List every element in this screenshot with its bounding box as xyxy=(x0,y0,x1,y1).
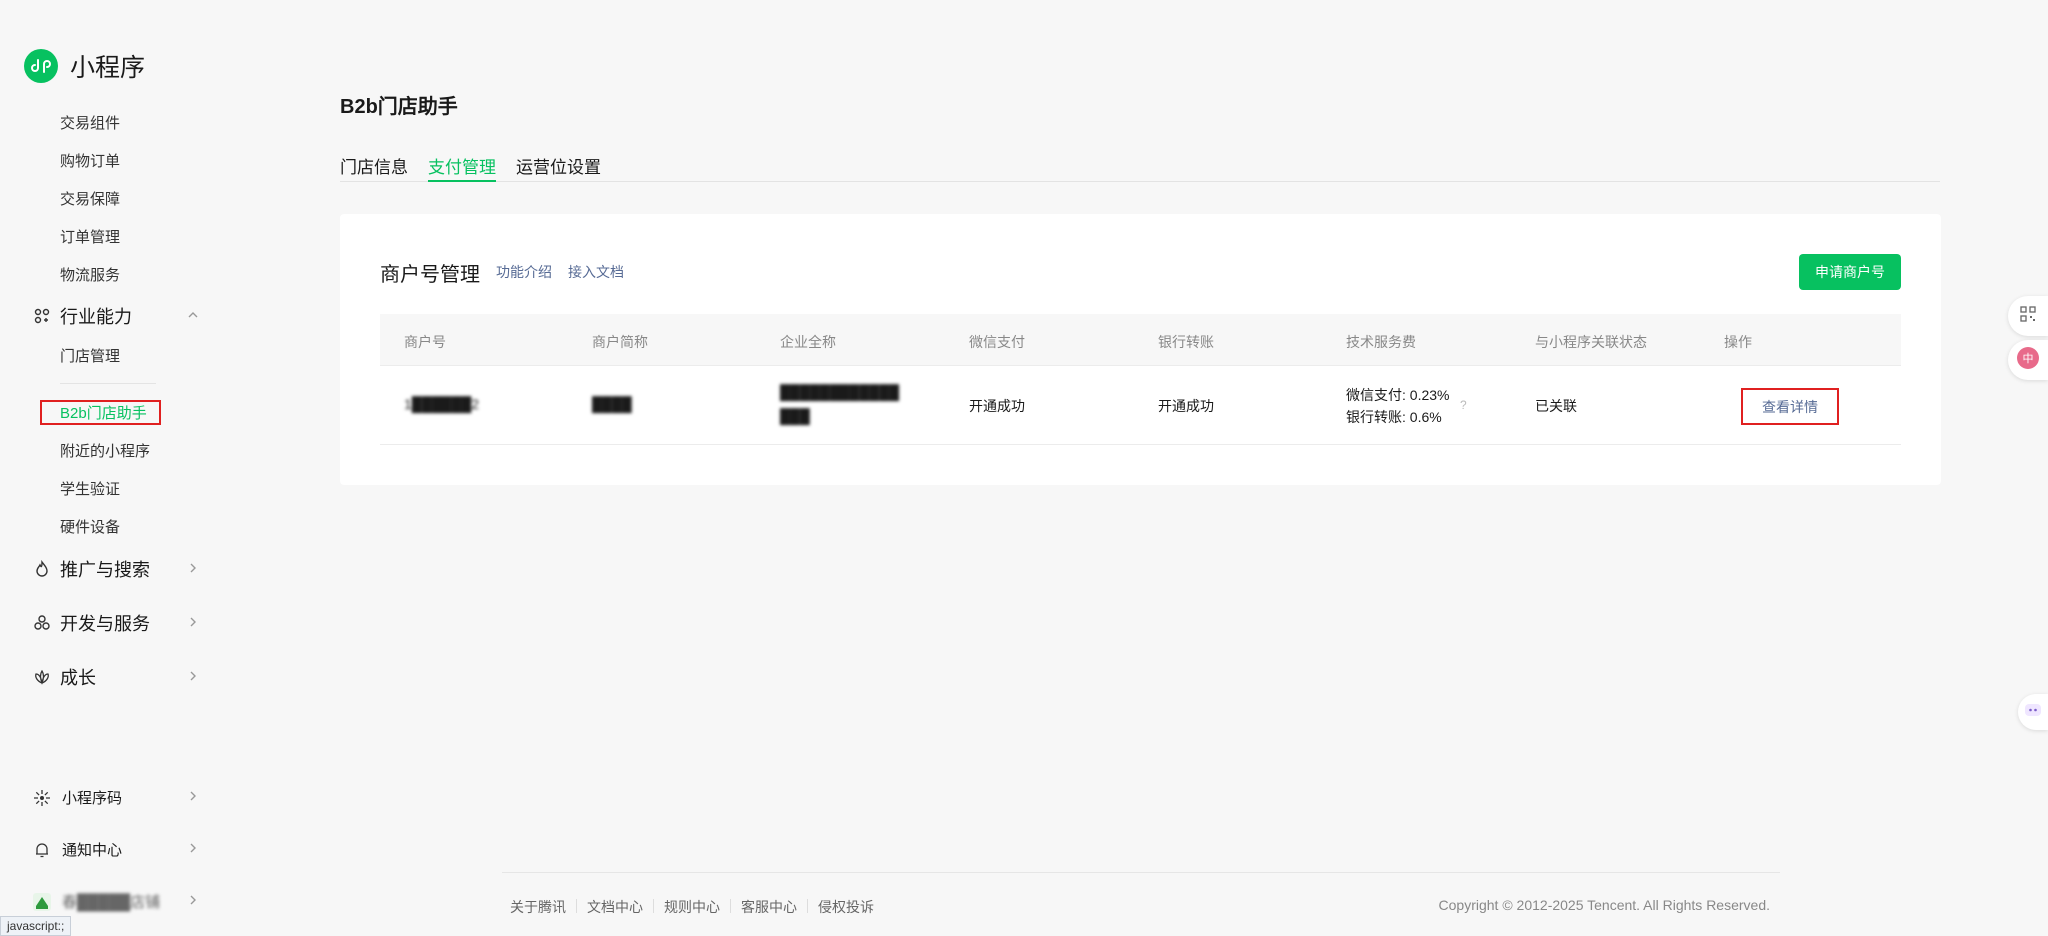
sidebar-item-b2b-store-assistant[interactable]: B2b门店助手 xyxy=(60,402,147,423)
merchant-table: 商户号 商户简称 企业全称 微信支付 银行转账 技术服务费 与小程序关联状态 操… xyxy=(380,314,1901,445)
sidebar-item-hardware-device[interactable]: 硬件设备 xyxy=(60,516,120,537)
chevron-right-icon xyxy=(186,669,200,686)
column-header: 微信支付 xyxy=(969,334,1025,350)
footer-link-infringement[interactable]: 侵权投诉 xyxy=(818,897,874,917)
translate-icon: 中 xyxy=(2016,346,2040,375)
view-details-link[interactable]: 查看详情 xyxy=(1741,388,1839,425)
column-header: 银行转账 xyxy=(1158,334,1214,350)
sidebar-group-promotion-search[interactable]: 推广与搜索 xyxy=(32,556,200,582)
footer-link-rules[interactable]: 规则中心 xyxy=(664,897,720,917)
float-assistant-button[interactable] xyxy=(2018,694,2048,730)
float-qrcode-button[interactable] xyxy=(2008,296,2048,336)
feature-intro-link[interactable]: 功能介绍 xyxy=(496,262,552,282)
chevron-up-icon xyxy=(186,308,200,325)
app-title: 小程序 xyxy=(70,54,146,82)
sidebar-account-name: 春█████店铺 xyxy=(62,894,161,911)
card-title: 商户号管理 xyxy=(380,264,480,286)
apply-merchant-button[interactable]: 申请商户号 xyxy=(1799,254,1901,290)
chevron-right-icon xyxy=(186,893,200,910)
full-name-cell-line2: ███ xyxy=(780,408,810,424)
miniprogram-logo-icon xyxy=(24,49,58,83)
tab-operation-slot-settings[interactable]: 运营位设置 xyxy=(516,153,601,182)
fee-wechat: 微信支付: 0.23% xyxy=(1346,387,1450,403)
sidebar-item-trade-guarantee[interactable]: 交易保障 xyxy=(60,188,120,209)
tab-payment-management[interactable]: 支付管理 xyxy=(428,153,496,182)
tab-bar: 门店信息 支付管理 运营位设置 xyxy=(340,150,1940,182)
column-header: 操作 xyxy=(1724,334,1752,350)
full-name-cell-line1: ████████████ xyxy=(780,384,900,400)
float-translate-button[interactable]: 中 xyxy=(2008,340,2048,380)
sidebar-group-industry-label: 行业能力 xyxy=(60,307,132,327)
chevron-right-icon xyxy=(186,561,200,578)
sidebar-item-order-management[interactable]: 订单管理 xyxy=(60,226,120,247)
link-status: 已关联 xyxy=(1535,398,1577,414)
merchant-card: 商户号管理 功能介绍 接入文档 申请商户号 商户号 商户简称 企业全称 微信支付… xyxy=(340,214,1941,485)
help-icon[interactable]: ? xyxy=(1460,398,1467,412)
column-header: 商户简称 xyxy=(592,334,648,350)
footer-link-support[interactable]: 客服中心 xyxy=(741,897,797,917)
wechat-pay-status: 开通成功 xyxy=(969,398,1025,414)
sidebar-group-growth[interactable]: 成长 xyxy=(32,664,200,690)
integration-docs-link[interactable]: 接入文档 xyxy=(568,262,624,282)
sidebar-account[interactable]: 春█████店铺 xyxy=(32,891,200,912)
sidebar-notification-center[interactable]: 通知中心 xyxy=(32,839,200,860)
sidebar-group-dev-label: 开发与服务 xyxy=(60,614,150,634)
sidebar-group-promotion-label: 推广与搜索 xyxy=(60,560,150,580)
browser-status-bar: javascript:; xyxy=(0,916,72,936)
store-avatar xyxy=(32,892,52,912)
tab-store-info[interactable]: 门店信息 xyxy=(340,153,408,182)
sidebar-item-nearby-miniprogram[interactable]: 附近的小程序 xyxy=(60,440,150,461)
app-logo[interactable]: 小程序 xyxy=(24,48,145,84)
cluster-icon xyxy=(32,613,52,633)
sidebar: 小程序 交易组件 购物订单 交易保障 订单管理 物流服务 行业能力 门店管理 B… xyxy=(0,0,218,936)
industry-icon xyxy=(32,306,52,326)
sidebar-miniprogram-code[interactable]: 小程序码 xyxy=(32,787,200,808)
table-row: 1██████2 ████ ████████████ ███ 开通成功 开通成功… xyxy=(380,366,1901,445)
assistant-icon xyxy=(2023,700,2043,725)
sun-code-icon xyxy=(32,788,52,808)
short-name-cell: ████ xyxy=(592,396,632,412)
fee-bank: 银行转账: 0.6% xyxy=(1346,409,1442,425)
bell-icon xyxy=(32,840,52,860)
footer-divider xyxy=(502,872,1780,873)
footer-separator xyxy=(576,899,577,913)
column-header: 企业全称 xyxy=(780,334,836,350)
chevron-right-icon xyxy=(186,615,200,632)
footer-separator xyxy=(730,899,731,913)
sidebar-group-industry[interactable]: 行业能力 xyxy=(32,303,200,329)
sidebar-item-trade-component[interactable]: 交易组件 xyxy=(60,112,120,133)
sidebar-divider xyxy=(60,383,156,384)
footer-link-docs[interactable]: 文档中心 xyxy=(587,897,643,917)
column-header: 商户号 xyxy=(404,334,446,350)
sidebar-item-store-management[interactable]: 门店管理 xyxy=(60,345,120,366)
svg-text:中: 中 xyxy=(2023,352,2034,365)
bank-transfer-status: 开通成功 xyxy=(1158,398,1214,414)
sidebar-item-student-verification[interactable]: 学生验证 xyxy=(60,478,120,499)
sidebar-group-dev-services[interactable]: 开发与服务 xyxy=(32,610,200,636)
lotus-icon xyxy=(32,667,52,687)
footer-link-about[interactable]: 关于腾讯 xyxy=(510,897,566,917)
table-header: 商户号 商户简称 企业全称 微信支付 银行转账 技术服务费 与小程序关联状态 操… xyxy=(380,314,1901,366)
flame-icon xyxy=(32,559,52,579)
column-header: 技术服务费 xyxy=(1346,334,1416,350)
sidebar-notification-label: 通知中心 xyxy=(62,842,123,859)
copyright: Copyright © 2012-2025 Tencent. All Right… xyxy=(1438,897,1770,913)
chevron-right-icon xyxy=(186,789,200,806)
footer-links: 关于腾讯 文档中心 规则中心 客服中心 侵权投诉 xyxy=(510,897,874,917)
qrcode-icon xyxy=(2019,305,2037,328)
sidebar-group-growth-label: 成长 xyxy=(60,668,96,688)
sidebar-item-logistics[interactable]: 物流服务 xyxy=(60,264,120,285)
sidebar-miniprogram-code-label: 小程序码 xyxy=(62,790,123,807)
column-header: 与小程序关联状态 xyxy=(1535,334,1647,350)
merchant-id-cell: 1██████2 xyxy=(404,396,480,412)
footer-separator xyxy=(807,899,808,913)
chevron-right-icon xyxy=(186,841,200,858)
page-title: B2b门店助手 xyxy=(340,96,458,118)
footer-separator xyxy=(653,899,654,913)
sidebar-item-shopping-orders[interactable]: 购物订单 xyxy=(60,150,120,171)
